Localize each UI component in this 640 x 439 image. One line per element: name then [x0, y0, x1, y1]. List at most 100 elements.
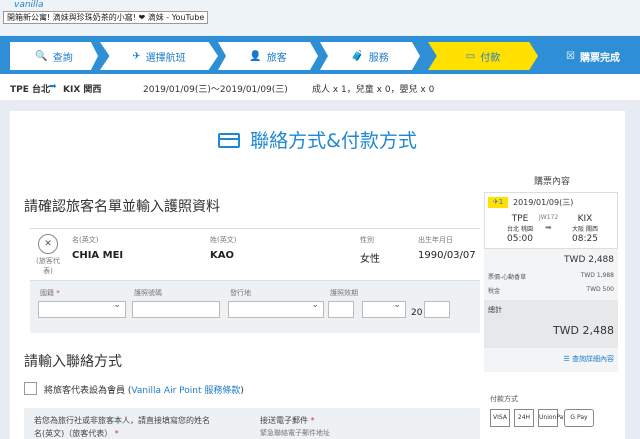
fare-value: TWD 1,988	[580, 272, 614, 279]
email-label: 接送電子郵件 *	[260, 415, 315, 426]
person-icon: 👤	[249, 50, 262, 62]
member-text-main: 將旅客代表設為會員 (	[44, 386, 132, 396]
passport-input[interactable]	[132, 301, 220, 318]
agent-note: 若您為旅行社或非旅客本人，請直接填寫您的姓名	[34, 416, 210, 425]
contact-form: 若您為旅行社或非旅客本人，請直接填寫您的姓名 名(英文)（旅客代表） * 接送電…	[24, 408, 480, 439]
nationality-text: 國籍	[40, 289, 54, 297]
step-search[interactable]: 🔍 查詢	[10, 42, 98, 70]
route-dates: 2019/01/09(三)～2019/01/09(三)	[143, 85, 288, 95]
member-text-end: )	[240, 386, 244, 396]
unionpay-icon[interactable]: UnionPay	[538, 409, 567, 427]
arrow-icon: ➡	[545, 223, 552, 232]
year-prefix: 20	[411, 308, 423, 318]
gpay-icon[interactable]: G Pay	[564, 409, 594, 427]
rep-label: (旅客代表)	[36, 257, 60, 275]
agent-field-label: 名(英文)（旅客代表） *	[34, 428, 119, 439]
step-complete: ☒ 購票完成	[548, 42, 638, 70]
main-panel: 聯絡方式&付款方式 請確認旅客名單並輸入護照資料 ✕ (旅客代表) 名(英文) …	[10, 111, 625, 439]
required-mark: *	[310, 416, 315, 425]
24h-icon[interactable]: 24H	[514, 409, 534, 427]
arrow-icon: ➡	[49, 82, 57, 92]
step-passenger[interactable]: 👤 旅客	[218, 42, 318, 70]
payment-method-label: 付款方式	[490, 395, 518, 403]
total-box: 總計 TWD 2,488	[484, 300, 618, 348]
dob-value: 1990/03/07	[418, 250, 476, 261]
dob-label: 出生年月日	[418, 236, 453, 244]
email-sub-label: 緊急聯絡電子郵件地址	[260, 429, 330, 437]
search-icon: 🔍	[35, 50, 48, 62]
luggage-icon: 🧳	[351, 50, 364, 62]
summary-box: ✈1 2019/01/09(三) TPE 台北 桃園 05:00 JW172 ➡…	[484, 192, 618, 372]
nationality-label: 國籍 *	[40, 288, 60, 298]
from-city: 台北 桃園	[507, 226, 533, 233]
step-label: 查詢	[52, 52, 73, 64]
step-label: 旅客	[266, 52, 287, 64]
flight-number: JW172	[539, 214, 559, 221]
detail-link[interactable]: ☰ 查詢詳細內容	[563, 354, 614, 364]
issue-select[interactable]	[228, 300, 324, 318]
to-time: 08:25	[572, 234, 598, 244]
member-text: 將旅客代表設為會員 (Vanilla Air Point 服務條款)	[44, 383, 244, 396]
nationality-select[interactable]	[38, 300, 126, 318]
plane-icon: ✈	[132, 50, 141, 62]
first-name-label: 名(英文)	[72, 236, 99, 244]
step-label: 選擇航班	[145, 52, 186, 64]
booking-step-bar: 🔍 查詢 ✈ 選擇航班 👤 旅客 🧳 服務 ▭ 付款 ☒ 購票完成	[0, 36, 640, 74]
gender-label: 性別	[360, 236, 374, 244]
to-city: 大阪 關西	[572, 226, 598, 233]
summary-header: 購票內容	[533, 177, 570, 187]
member-checkbox[interactable]	[24, 382, 37, 395]
check-icon: ☒	[566, 50, 575, 62]
to-code: KIX	[577, 214, 593, 224]
browser-topbar: vanilla 開箱新公寓! 滴妹與珍珠奶茶的小窩! ❤ 滴妹 - YouTub…	[0, 0, 640, 35]
fare-label: 票價-心動香草	[488, 274, 527, 281]
expiry-month-select[interactable]	[362, 300, 406, 318]
flight-badge-number: 1	[498, 198, 504, 206]
email-label-text: 接送電子郵件	[260, 416, 308, 425]
flight-card: ✈1 2019/01/09(三) TPE 台北 桃園 05:00 JW172 ➡…	[484, 192, 618, 249]
step-select-flight[interactable]: ✈ 選擇航班	[100, 42, 218, 70]
issue-label: 發行地	[230, 289, 251, 297]
tax-value: TWD 500	[586, 286, 614, 293]
step-payment[interactable]: ▭ 付款	[428, 42, 538, 70]
agent-field-text: 名(英文)（旅客代表）	[34, 429, 113, 438]
flight-date: 2019/01/09(三)	[513, 198, 574, 207]
last-name-value: KAO	[210, 250, 234, 261]
total-value: TWD 2,488	[552, 324, 614, 337]
expiry-day-input[interactable]	[328, 301, 354, 318]
expiry-year-input[interactable]	[424, 301, 450, 318]
page-title-text: 聯絡方式&付款方式	[250, 130, 417, 152]
route-pax: 成人 x 1，兒童 x 0，嬰兒 x 0	[312, 85, 435, 95]
vanilla-logo: vanilla	[14, 0, 44, 10]
total-label: 總計	[488, 306, 502, 314]
last-name-label: 姓(英文)	[210, 236, 237, 244]
section-contact-title: 請輸入聯絡方式	[24, 354, 122, 370]
visa-icon[interactable]: VISA	[490, 409, 510, 427]
gender-value: 女性	[360, 254, 380, 265]
passport-form: 國籍 * 護照號碼 發行地 護照效期 20	[30, 281, 480, 333]
route-from: TPE 台北	[10, 85, 51, 95]
from-time: 05:00	[507, 234, 533, 244]
route-to: KIX 関西	[63, 85, 102, 95]
step-label: 服務	[368, 52, 389, 64]
person-icon: ✕	[38, 234, 58, 254]
fare-total: TWD 2,488	[564, 255, 614, 265]
terms-link[interactable]: Vanilla Air Point 服務條款	[131, 386, 240, 396]
flight-badge: ✈1	[488, 197, 508, 208]
required-mark: *	[56, 289, 60, 297]
card-icon	[218, 133, 241, 148]
route-summary: TPE 台北 ➡ KIX 関西 2019/01/09(三)～2019/01/09…	[0, 74, 640, 100]
step-label: 付款	[480, 52, 501, 64]
passenger-card: ✕ (旅客代表) 名(英文) CHIA MEI 姓(英文) KAO 性別 女性 …	[30, 228, 480, 281]
card-icon: ▭	[465, 50, 476, 62]
summary-sidebar: 購票內容 ✈1 2019/01/09(三) TPE 台北 桃園 05:00 JW…	[482, 111, 625, 439]
tooltip: 開箱新公寓! 滴妹與珍珠奶茶的小窩! ❤ 滴妹 - YouTube	[3, 11, 209, 24]
detail-link-text: 查詢詳細內容	[572, 355, 614, 363]
required-mark: *	[114, 429, 119, 438]
from-code: TPE	[511, 214, 529, 224]
step-label: 購票完成	[579, 52, 620, 64]
step-service[interactable]: 🧳 服務	[320, 42, 420, 70]
section-passenger-title: 請確認旅客名單並輸入護照資料	[24, 199, 220, 215]
passport-label: 護照號碼	[134, 289, 162, 297]
expiry-label: 護照效期	[330, 289, 358, 297]
